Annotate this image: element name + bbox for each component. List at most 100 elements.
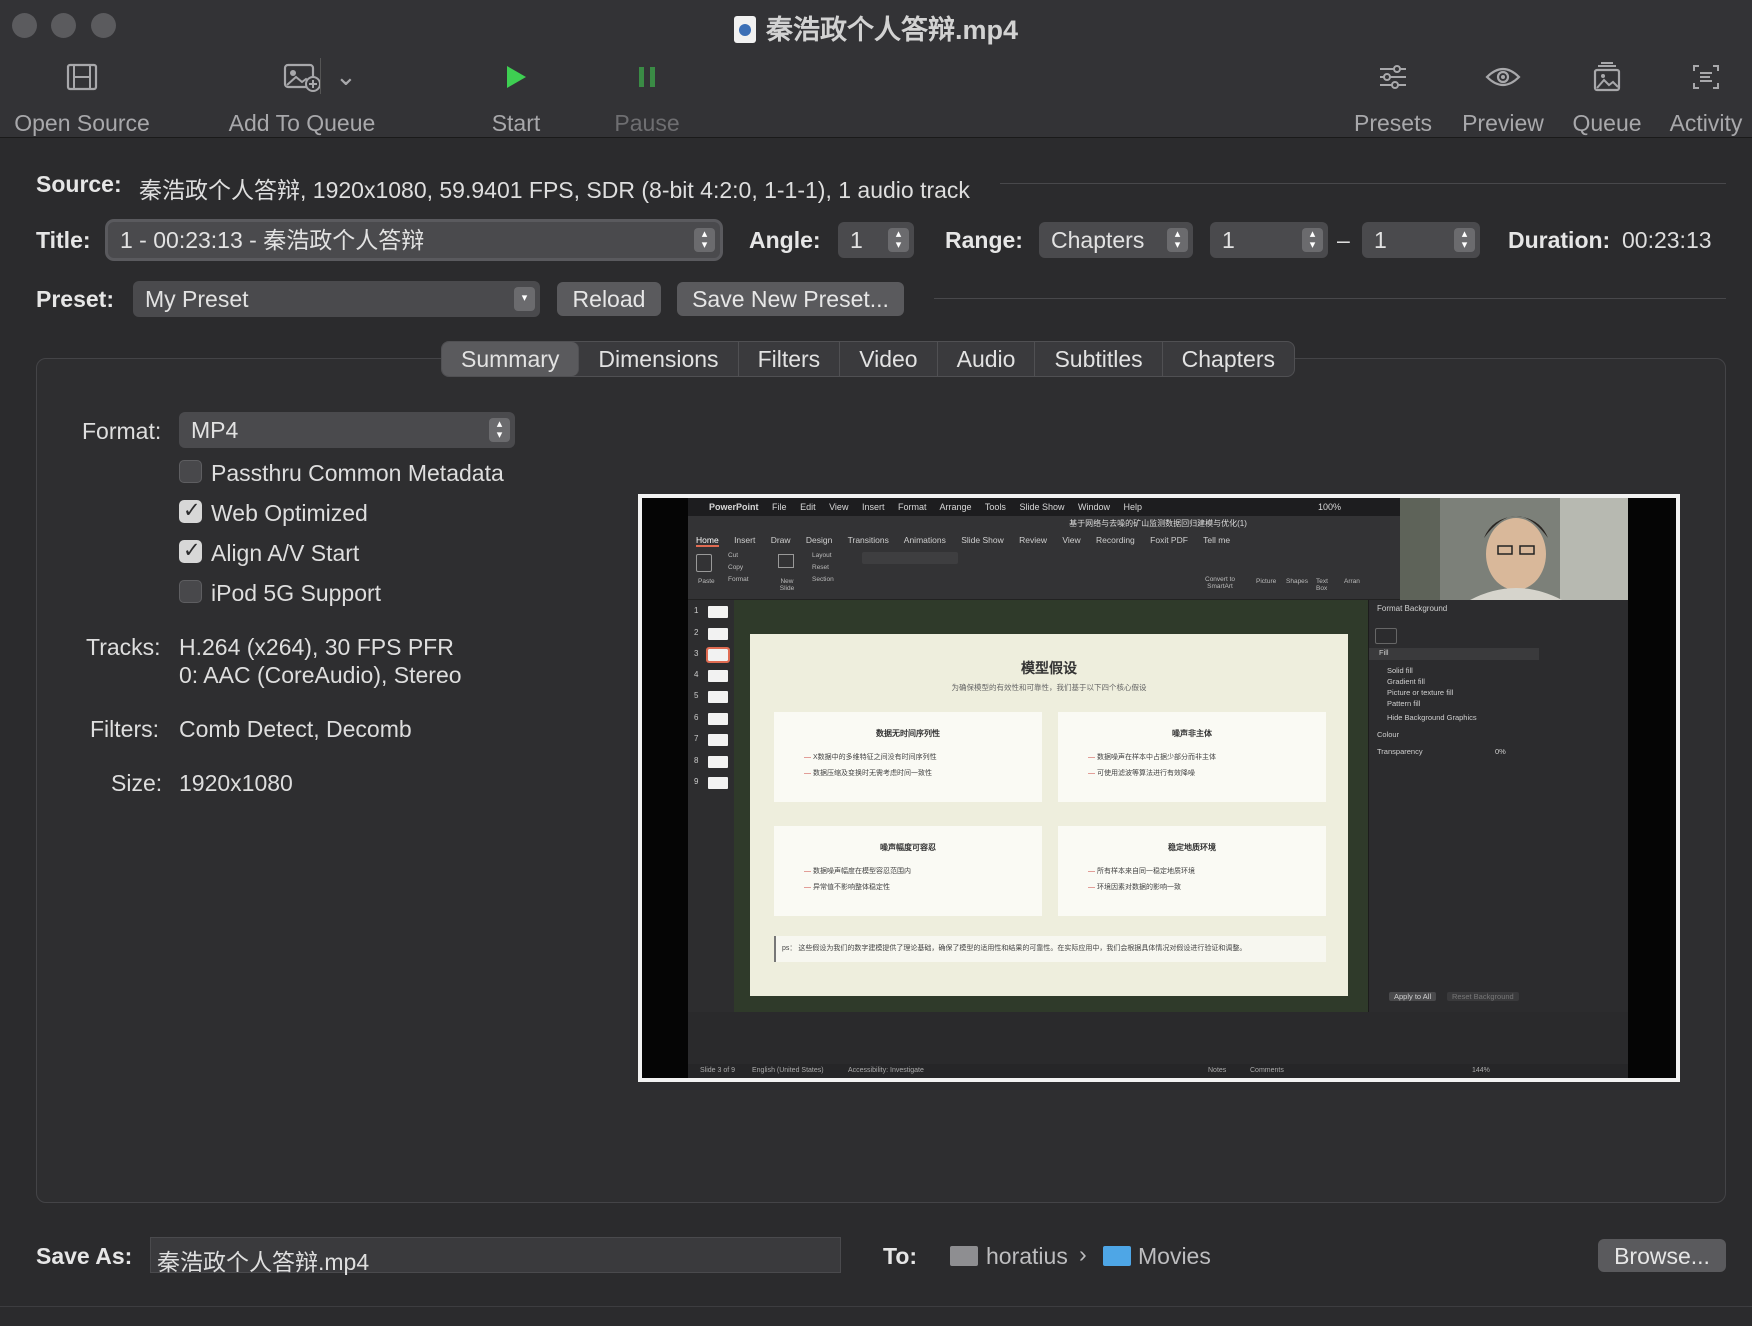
format-select[interactable]: MP4 ▴ ▾ <box>179 412 515 448</box>
queue-button[interactable]: Queue <box>1566 56 1648 137</box>
save-as-label: Save As: <box>36 1243 133 1269</box>
stepper-arrows-icon: ▴ ▾ <box>694 228 715 252</box>
duration-value: 00:23:13 <box>1622 227 1712 253</box>
preset-label: Preset: <box>36 286 114 312</box>
preview-button[interactable]: Preview <box>1456 56 1550 137</box>
ppt-ribbon-label: Convert to SmartArt <box>1205 576 1235 590</box>
preview-thumbnail[interactable]: PowerPoint File Edit View Insert Format … <box>638 494 1680 1082</box>
add-to-queue-button[interactable]: Add To Queue <box>222 56 382 137</box>
card-line: 数据噪声在样本中占据少部分而非主体 <box>1088 752 1216 762</box>
size-value: 1920x1080 <box>179 770 293 796</box>
fill-option: Gradient fill <box>1387 677 1425 686</box>
ipod-5g-checkbox[interactable] <box>179 580 202 603</box>
card-title: 数据无时间序列性 <box>876 729 940 738</box>
film-icon <box>66 63 98 91</box>
open-source-button[interactable]: Open Source <box>12 56 152 137</box>
stepper-arrows-icon: ▴ ▾ <box>1454 228 1475 252</box>
ppt-status-bar: Slide 3 of 9 English (United States) Acc… <box>688 1064 1628 1078</box>
chevron-down-icon[interactable]: ⌄ <box>320 58 357 94</box>
tab-filters[interactable]: Filters <box>739 342 841 376</box>
slide-thumbnail <box>708 713 728 725</box>
range-type-select[interactable]: Chapters ▴ ▾ <box>1039 222 1193 258</box>
slide-note: ps： 这些假设为我们的数字建模提供了理论基础，确保了模型的适用性和结果的可靠性… <box>774 936 1326 962</box>
tab-summary[interactable]: Summary <box>442 342 580 376</box>
fill-option: Pattern fill <box>1387 699 1421 708</box>
tracks-video: H.264 (x264), 30 FPS PFR <box>179 634 454 660</box>
slide-thumbnail-selected <box>706 647 730 663</box>
stepper-arrows-icon: ▴ ▾ <box>489 418 510 442</box>
align-av-start-checkbox[interactable] <box>179 538 202 563</box>
tab-audio[interactable]: Audio <box>938 342 1036 376</box>
browse-button[interactable]: Browse... <box>1598 1239 1726 1272</box>
movies-folder-icon <box>1103 1246 1131 1266</box>
save-as-field[interactable]: 秦浩政个人答辩.mp4 <box>150 1237 841 1275</box>
card-line: 可使用滤波等算法进行有效降噪 <box>1088 768 1195 778</box>
slide-thumbnail <box>708 777 728 789</box>
passthru-metadata-checkbox[interactable] <box>179 460 202 483</box>
range-start-select[interactable]: 1 ▴ ▾ <box>1210 222 1328 258</box>
stepper-arrows-icon: ▴ ▾ <box>888 228 909 252</box>
range-end-value: 1 <box>1374 227 1387 253</box>
save-new-preset-button[interactable]: Save New Preset... <box>677 282 904 316</box>
range-type-value: Chapters <box>1051 227 1145 253</box>
ppt-tab: Draw <box>770 535 791 545</box>
tab-dimensions[interactable]: Dimensions <box>579 342 739 376</box>
ppt-ribbon-label: Reset <box>812 564 829 571</box>
assumption-card: 噪声非主体 数据噪声在样本中占据少部分而非主体 可使用滤波等算法进行有效降噪 <box>1058 712 1326 802</box>
path-component-movies[interactable]: Movies <box>1138 1243 1211 1270</box>
tracks-label: Tracks: <box>86 634 161 660</box>
thumb-number: 6 <box>694 713 699 722</box>
title-select[interactable]: 1 - 00:23:13 - 秦浩政个人答辩 ▴ ▾ <box>108 222 720 258</box>
card-line: 数据压缩及变换时无需考虑时间一致性 <box>804 768 932 778</box>
start-button[interactable]: Start <box>476 56 556 137</box>
slide-thumbnail <box>708 756 728 768</box>
thumb-number: 1 <box>694 606 699 615</box>
divider <box>934 298 1726 299</box>
ppt-menu-item: Tools <box>984 502 1006 512</box>
card-line: 所有样本来自同一稳定地质环境 <box>1088 866 1195 876</box>
ppt-tab: Tell me <box>1203 535 1231 545</box>
ppt-menu-item: Help <box>1123 502 1143 512</box>
activity-button[interactable]: Activity <box>1664 56 1748 137</box>
ppt-menu-item: Insert <box>861 502 885 512</box>
tab-chapters[interactable]: Chapters <box>1163 342 1294 376</box>
source-label: Source: <box>36 171 122 197</box>
reset-background-button: Reset Background <box>1447 992 1519 1001</box>
preset-select[interactable]: My Preset ▾ <box>133 281 540 317</box>
stepper-arrows-icon: ▴ ▾ <box>1302 228 1323 252</box>
reload-button[interactable]: Reload <box>557 282 661 316</box>
range-end-select[interactable]: 1 ▴ ▾ <box>1362 222 1480 258</box>
ppt-ribbon-label: Text Box <box>1316 578 1328 592</box>
pane-title: Format Background <box>1377 604 1448 613</box>
ppt-ribbon-label: Section <box>812 576 834 583</box>
tab-subtitles[interactable]: Subtitles <box>1035 342 1163 376</box>
ppt-tab: Transitions <box>847 535 889 545</box>
duration-label: Duration: <box>1508 227 1611 253</box>
ppt-slide-canvas: 模型假设 为确保模型的有效性和可靠性，我们基于以下四个核心假设 数据无时间序列性… <box>734 600 1368 1012</box>
path-separator: › <box>1079 1241 1087 1267</box>
activity-label: Activity <box>1669 110 1743 136</box>
ppt-menu-app: PowerPoint <box>709 502 759 512</box>
divider <box>1000 183 1726 184</box>
angle-select[interactable]: 1 ▴ ▾ <box>838 222 914 258</box>
preview-label: Preview <box>1462 110 1544 136</box>
filters-value: Comb Detect, Decomb <box>179 716 412 742</box>
ppt-tab: Animations <box>903 535 946 545</box>
tab-video[interactable]: Video <box>840 342 938 376</box>
presets-button[interactable]: Presets <box>1346 56 1440 137</box>
chevron-down-icon: ▾ <box>514 287 535 311</box>
status-slide: Slide 3 of 9 <box>700 1067 736 1074</box>
path-component-horatius[interactable]: horatius <box>986 1243 1068 1270</box>
status-notes: Notes <box>1208 1067 1227 1074</box>
pause-button[interactable]: Pause <box>607 56 687 137</box>
captured-powerpoint-window: PowerPoint File Edit View Insert Format … <box>688 498 1628 1078</box>
range-label: Range: <box>945 227 1023 253</box>
window-toolbar: 秦浩政个人答辩.mp4 Open Source Add To Queue ⌄ S… <box>0 0 1752 138</box>
settings-tabs: Summary Dimensions Filters Video Audio S… <box>441 341 1295 377</box>
ppt-tab: Slide Show <box>961 535 1004 545</box>
align-av-start-label: Align A/V Start <box>211 540 360 566</box>
ppt-ribbon-label: Cut <box>728 552 739 559</box>
assumption-card: 数据无时间序列性 X数据中的多维特征之间没有时间序列性 数据压缩及变换时无需考虑… <box>774 712 1042 802</box>
ppt-tab: Foxit PDF <box>1150 535 1188 545</box>
web-optimized-checkbox[interactable] <box>179 498 202 523</box>
